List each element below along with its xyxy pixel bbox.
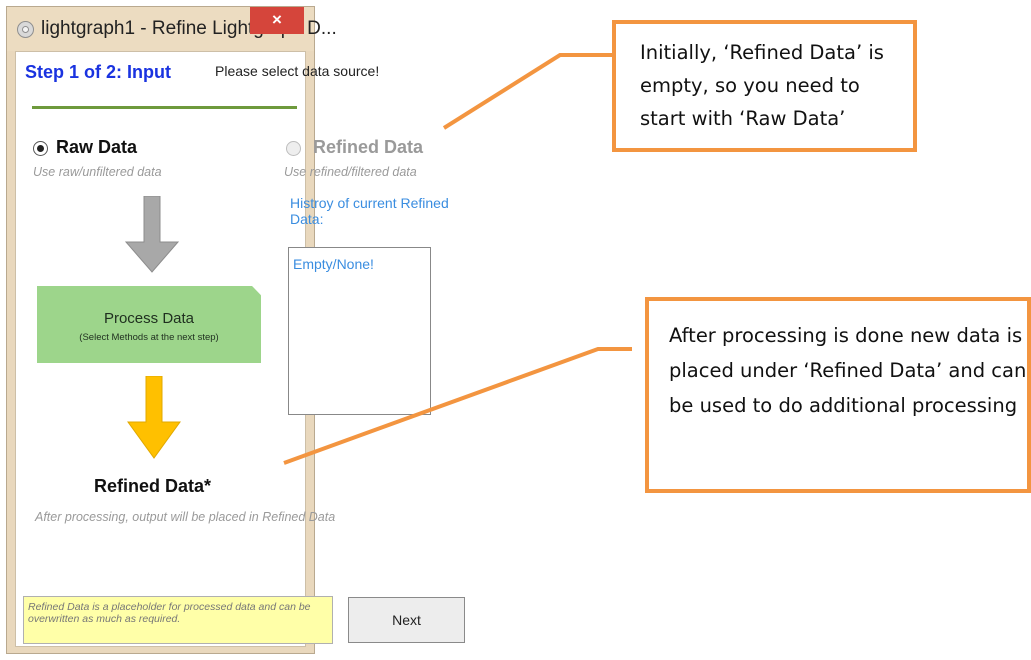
callout-initial-state: Initially, ‘Refined Data’ is empty, so y… [612,20,917,152]
callout-initial-text: Initially, ‘Refined Data’ is empty, so y… [640,41,884,130]
callout-after-processing: After processing is done new data is pla… [645,297,1031,493]
callout-after-text: After processing is done new data is pla… [669,324,1027,417]
